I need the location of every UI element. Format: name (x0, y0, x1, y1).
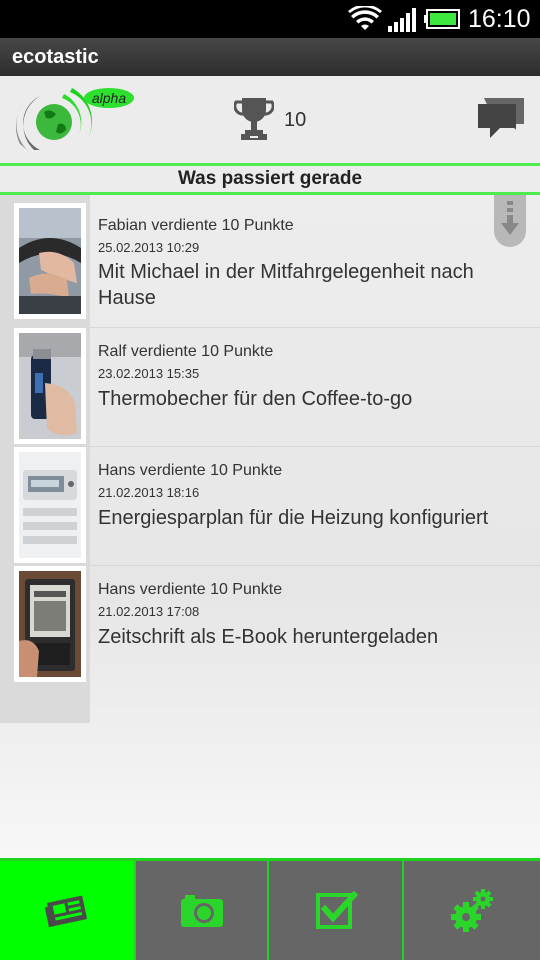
tab-settings[interactable] (404, 861, 540, 960)
gears-icon (451, 888, 493, 932)
bottom-tab-bar (0, 858, 540, 960)
car-steering-photo (19, 208, 81, 314)
ecotastic-logo: alpha (15, 88, 134, 154)
list-item[interactable]: Hans verdiente 10 Punkte 21.02.2013 18:1… (0, 447, 540, 565)
entry-author: Ralf verdiente 10 Punkte (98, 343, 274, 360)
list-item[interactable]: Hans verdiente 10 Punkte 21.02.2013 17:0… (0, 566, 540, 686)
thumbnail (14, 328, 86, 444)
entry-timestamp: 21.02.2013 17:08 (98, 604, 200, 619)
thermo-mug-photo (19, 333, 81, 439)
trophy-icon[interactable] (234, 96, 274, 142)
entry-description: Mit Michael in der Mitfahrgelegenheit na… (98, 261, 474, 309)
section-title: Was passiert gerade (0, 163, 540, 195)
thumbnail (14, 566, 86, 682)
newspaper-icon (44, 895, 88, 927)
clock: 16:10 (468, 5, 531, 33)
signal-icon (388, 8, 416, 32)
entry-author: Fabian verdiente 10 Punkte (98, 217, 294, 234)
entry-timestamp: 23.02.2013 15:35 (98, 366, 200, 381)
app-title: ecotastic (12, 46, 99, 68)
entry-description: Zeitschrift als E-Book heruntergeladen (98, 626, 439, 648)
entry-description: Thermobecher für den Coffee-to-go (98, 388, 413, 410)
entry-timestamp: 21.02.2013 18:16 (98, 485, 200, 500)
chat-icon[interactable] (476, 96, 526, 140)
thumbnail (14, 203, 86, 319)
status-bar: 16:10 (0, 0, 540, 38)
list-item[interactable]: Ralf verdiente 10 Punkte 23.02.2013 15:3… (0, 328, 540, 446)
pull-down-icon[interactable] (494, 195, 526, 247)
activity-feed[interactable]: Fabian verdiente 10 Punkte 25.02.2013 10… (0, 195, 540, 858)
title-bar: ecotastic (0, 38, 540, 76)
entry-description: Energiesparplan für die Heizung konfigur… (98, 507, 489, 529)
camera-icon (180, 894, 223, 927)
heating-controller-photo (19, 452, 81, 558)
tab-tasks[interactable] (269, 861, 402, 960)
wifi-icon (348, 6, 382, 30)
ebook-reader-photo (19, 571, 81, 677)
tab-camera[interactable] (136, 861, 267, 960)
list-item[interactable]: Fabian verdiente 10 Punkte 25.02.2013 10… (0, 195, 540, 327)
alpha-badge: alpha (92, 90, 126, 106)
app-header: alpha 10 (0, 76, 540, 163)
entry-author: Hans verdiente 10 Punkte (98, 581, 283, 598)
tab-feed[interactable] (0, 861, 134, 960)
checkbox-icon (315, 890, 358, 929)
entry-timestamp: 25.02.2013 10:29 (98, 240, 200, 255)
battery-icon (424, 9, 460, 29)
score-value: 10 (284, 109, 307, 131)
thumbnail (14, 447, 86, 563)
entry-author: Hans verdiente 10 Punkte (98, 462, 283, 479)
